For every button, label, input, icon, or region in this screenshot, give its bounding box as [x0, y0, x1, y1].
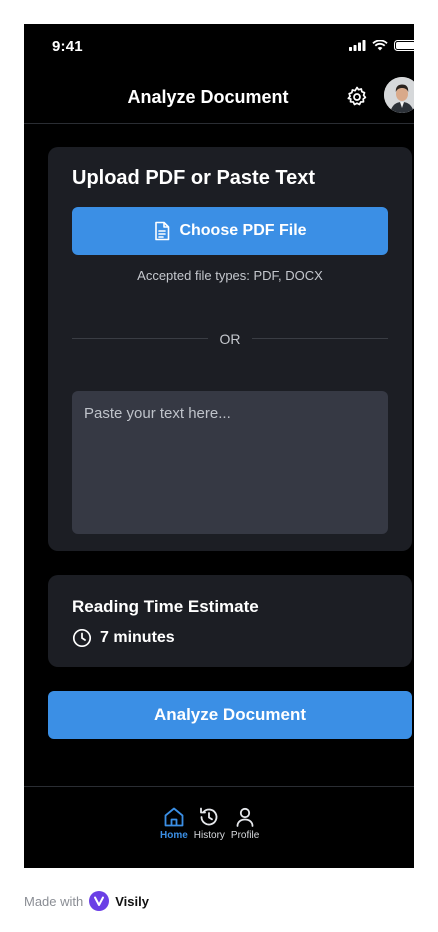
made-with-footer: Made with Visily	[24, 891, 149, 911]
app-header: Analyze Document	[24, 68, 414, 124]
analyze-document-button[interactable]: Analyze Document	[48, 691, 412, 739]
status-bar: 9:41	[24, 24, 414, 68]
user-icon	[236, 807, 254, 827]
upload-card-title: Upload PDF or Paste Text	[72, 167, 316, 189]
reading-time-value: 7 minutes	[100, 629, 175, 646]
user-avatar-icon	[384, 77, 414, 113]
settings-button[interactable]	[345, 85, 369, 109]
reading-time-card: Reading Time Estimate 7 minutes	[48, 575, 412, 667]
made-with-text: Made with	[24, 893, 84, 909]
nav-label-history: History	[193, 830, 225, 841]
nav-item-profile[interactable]: Profile	[231, 805, 259, 841]
nav-item-home[interactable]: Home	[160, 805, 188, 841]
choose-pdf-label: Choose PDF File	[179, 222, 307, 239]
phone-screen: 9:41 Analyze Document Upload PDF or Past…	[24, 24, 414, 868]
status-icons	[349, 40, 414, 51]
nav-item-history[interactable]: History	[194, 805, 225, 841]
divider-line-right	[252, 338, 388, 339]
upload-card: Upload PDF or Paste Text Choose PDF File…	[48, 147, 412, 551]
or-text: OR	[219, 331, 241, 347]
choose-pdf-button[interactable]: Choose PDF File	[72, 207, 388, 255]
or-divider: OR	[72, 330, 388, 348]
status-time: 9:41	[52, 38, 83, 55]
visily-brand-name: Visily	[115, 893, 149, 909]
history-icon	[200, 807, 218, 826]
gear-icon	[347, 86, 367, 106]
home-icon	[164, 807, 184, 827]
nav-label-profile: Profile	[230, 830, 260, 841]
visily-logo-icon	[89, 891, 110, 911]
wifi-icon	[372, 40, 388, 51]
paste-text-input[interactable]	[72, 391, 388, 534]
battery-icon	[394, 40, 414, 51]
accepted-types-text: Accepted file types: PDF, DOCX	[137, 268, 323, 283]
clock-icon	[72, 628, 92, 648]
avatar[interactable]	[384, 77, 414, 113]
bottom-nav: Home History Profile	[24, 786, 414, 868]
signal-icon	[349, 40, 366, 51]
nav-label-home: Home	[160, 830, 188, 841]
reading-time-row: 7 minutes	[72, 628, 175, 648]
page-title: Analyze Document	[127, 87, 289, 107]
reading-time-title: Reading Time Estimate	[72, 597, 259, 616]
document-icon	[155, 221, 170, 241]
